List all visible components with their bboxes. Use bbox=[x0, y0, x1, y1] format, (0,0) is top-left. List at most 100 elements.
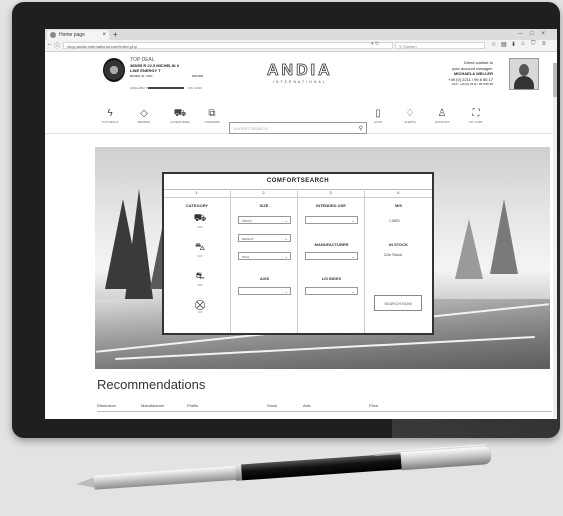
new-tab-icon[interactable]: + bbox=[113, 29, 118, 40]
ms-checkbox-label: M/S bbox=[392, 218, 400, 223]
nav-compare[interactable]: ⧉ COMPARE bbox=[195, 107, 229, 124]
star-icon[interactable]: ☆ bbox=[491, 41, 496, 48]
nav-cart[interactable]: ⛶ MY CART bbox=[459, 107, 493, 124]
vehicle-lkf[interactable]: ⛒ LKF bbox=[184, 300, 216, 314]
nav-label: CATEGORIES bbox=[170, 120, 190, 124]
nav-label: ALERTS bbox=[404, 120, 416, 124]
car-icon: ⛒ bbox=[194, 300, 206, 311]
comfort-search-title: COMFORTSEARCH bbox=[164, 174, 432, 190]
width-select-value: WIDTH bbox=[242, 219, 252, 223]
vehicle-label: LKF bbox=[197, 311, 203, 314]
step-number: 4. bbox=[365, 189, 432, 198]
column-header[interactable]: Price bbox=[369, 403, 378, 408]
nav-top-deals[interactable]: ϟ TOP DEALS bbox=[93, 107, 127, 124]
page-scrollbar[interactable] bbox=[553, 63, 557, 419]
menu-icon[interactable]: ≡ bbox=[542, 41, 546, 47]
ls-index-heading: L/S INDEX bbox=[321, 276, 342, 281]
close-tab-icon[interactable]: × bbox=[102, 30, 106, 40]
deal-line-3: BASED IN / SAP bbox=[130, 73, 153, 78]
availability-date: FIN. 03/20 bbox=[188, 86, 203, 90]
search-now-button[interactable]: SEARCH NOW bbox=[374, 295, 422, 311]
nav-alerts[interactable]: ♢ ALERTS bbox=[393, 107, 427, 124]
column-header[interactable]: Profile bbox=[187, 403, 198, 408]
document-icon: ▯ bbox=[375, 108, 381, 119]
use-column: 3. INTENDED USE ⌄ MANUFACTURER ⌄ L/S IND… bbox=[298, 189, 365, 333]
expert-search-placeholder: EXPERT SEARCH bbox=[234, 126, 268, 131]
width-select[interactable]: WIDTH ⌄ bbox=[238, 216, 291, 224]
nav-label: BRANDS bbox=[137, 120, 151, 124]
chevron-down-icon: ⌄ bbox=[284, 236, 288, 241]
home-icon[interactable]: ⌂ bbox=[521, 41, 525, 47]
ms-checkbox[interactable]: ☐M/S bbox=[389, 218, 400, 223]
height-select[interactable]: HEIGHT ⌄ bbox=[238, 234, 291, 242]
nav-label: TOP DEALS bbox=[101, 120, 119, 124]
back-icon[interactable]: ← bbox=[47, 41, 53, 47]
window-controls[interactable]: –□× bbox=[519, 29, 553, 40]
ls-index-select[interactable]: ⌄ bbox=[305, 287, 358, 295]
column-header[interactable]: Stock bbox=[267, 403, 277, 408]
intended-use-select[interactable]: ⌄ bbox=[305, 216, 358, 224]
pen-front-section bbox=[93, 465, 237, 490]
scrollbar-thumb[interactable] bbox=[553, 63, 557, 97]
magnifier-icon[interactable]: ⚲ bbox=[359, 123, 363, 135]
filter-column: 4. M/S ☐M/S IN STOCK ☑In Stock SEARCH NO… bbox=[365, 189, 432, 333]
logo-subtitle: INTERNATIONAL bbox=[272, 80, 327, 84]
step-number: 1. bbox=[164, 189, 230, 198]
ms-heading: M/S bbox=[394, 203, 403, 208]
tree-shape bbox=[455, 219, 483, 279]
manufacturer-select[interactable]: ⌄ bbox=[305, 252, 358, 260]
browser-search-field[interactable]: ⚲ Suchen bbox=[395, 42, 485, 49]
chevron-down-icon: ⌄ bbox=[351, 254, 355, 259]
top-deal[interactable]: TOP DEAL 385/55 R 22.5 MICHELIN X LINE E… bbox=[130, 57, 203, 79]
deal-line-4: DRIVER bbox=[192, 73, 204, 78]
category-heading: CATEGORY bbox=[185, 203, 209, 208]
in-stock-heading: IN STOCK bbox=[388, 242, 409, 247]
expert-search-input[interactable]: EXPERT SEARCH ⚲ bbox=[229, 122, 367, 134]
browser-tab[interactable]: Home page × bbox=[47, 30, 109, 40]
recommendations-table-header: Dimension Manufacturer Profile Stock Axi… bbox=[97, 402, 552, 412]
axis-select[interactable]: ⌄ bbox=[238, 287, 291, 295]
nav-account[interactable]: ♙ ACCOUNT bbox=[425, 107, 459, 124]
pen-barrel bbox=[241, 453, 402, 481]
nav-categories[interactable]: ⛟ CATEGORIES bbox=[163, 107, 197, 124]
contact-box: Direct contact to your account manager: … bbox=[448, 60, 493, 88]
url-field[interactable]: shop.andia-international.com/index.php bbox=[63, 42, 393, 49]
availability-label: AVAILABILITY bbox=[130, 86, 150, 90]
step-number: 2. bbox=[231, 189, 297, 198]
tree-shape bbox=[490, 199, 518, 274]
tab-title: Home page bbox=[59, 32, 85, 38]
inch-select[interactable]: INCH ⌄ bbox=[238, 252, 291, 260]
inch-select-value: INCH bbox=[242, 255, 250, 259]
height-select-value: HEIGHT bbox=[242, 237, 254, 241]
shield-icon[interactable]: ⛉ bbox=[531, 41, 536, 48]
avatar-head bbox=[519, 64, 529, 76]
andia-logo[interactable]: ANDIA INTERNATIONAL bbox=[267, 62, 333, 84]
favicon-icon bbox=[50, 32, 56, 38]
bell-icon: ♢ bbox=[405, 108, 415, 119]
lkw-icon: ⛟ bbox=[193, 213, 207, 224]
nav-brands[interactable]: ◇ BRANDS bbox=[127, 107, 161, 124]
category-column: 1. CATEGORY ⛟ LKW ⛍ SUV ⛐ AXF ⛒ LKF bbox=[164, 189, 231, 333]
info-icon[interactable]: ⓘ bbox=[54, 41, 60, 50]
column-header[interactable]: Axis bbox=[303, 403, 311, 408]
download-icon[interactable]: ⬇ bbox=[511, 41, 516, 48]
lightning-icon: ϟ bbox=[107, 108, 113, 119]
nav-label: ACCOUNT bbox=[434, 120, 450, 124]
tab-bar: Home page × + –□× bbox=[45, 29, 557, 40]
vehicle-lkw[interactable]: ⛟ LKW bbox=[184, 213, 216, 229]
vehicle-axf[interactable]: ⛐ AXF bbox=[184, 271, 216, 287]
in-stock-checkbox[interactable]: ☑In Stock bbox=[384, 252, 402, 257]
intended-use-heading: INTENDED USE bbox=[316, 203, 346, 208]
vehicle-label: AXF bbox=[197, 284, 203, 287]
tire-image bbox=[103, 58, 125, 82]
comfort-search-panel: COMFORTSEARCH 1. CATEGORY ⛟ LKW ⛍ SUV ⛐ AXF… bbox=[162, 172, 434, 335]
column-header[interactable]: Manufacturer bbox=[141, 403, 165, 408]
avatar-body bbox=[514, 76, 534, 89]
vehicle-suv[interactable]: ⛍ SUV bbox=[184, 242, 216, 258]
nav-label: MY CART bbox=[469, 120, 483, 124]
vehicle-label: LKW bbox=[197, 226, 203, 229]
chevron-down-icon: ⌄ bbox=[284, 254, 288, 259]
column-header[interactable]: Dimension bbox=[97, 403, 116, 408]
clipboard-icon[interactable]: ▤ bbox=[501, 41, 507, 48]
reload-icon[interactable]: ▾ ↻ bbox=[371, 41, 379, 47]
